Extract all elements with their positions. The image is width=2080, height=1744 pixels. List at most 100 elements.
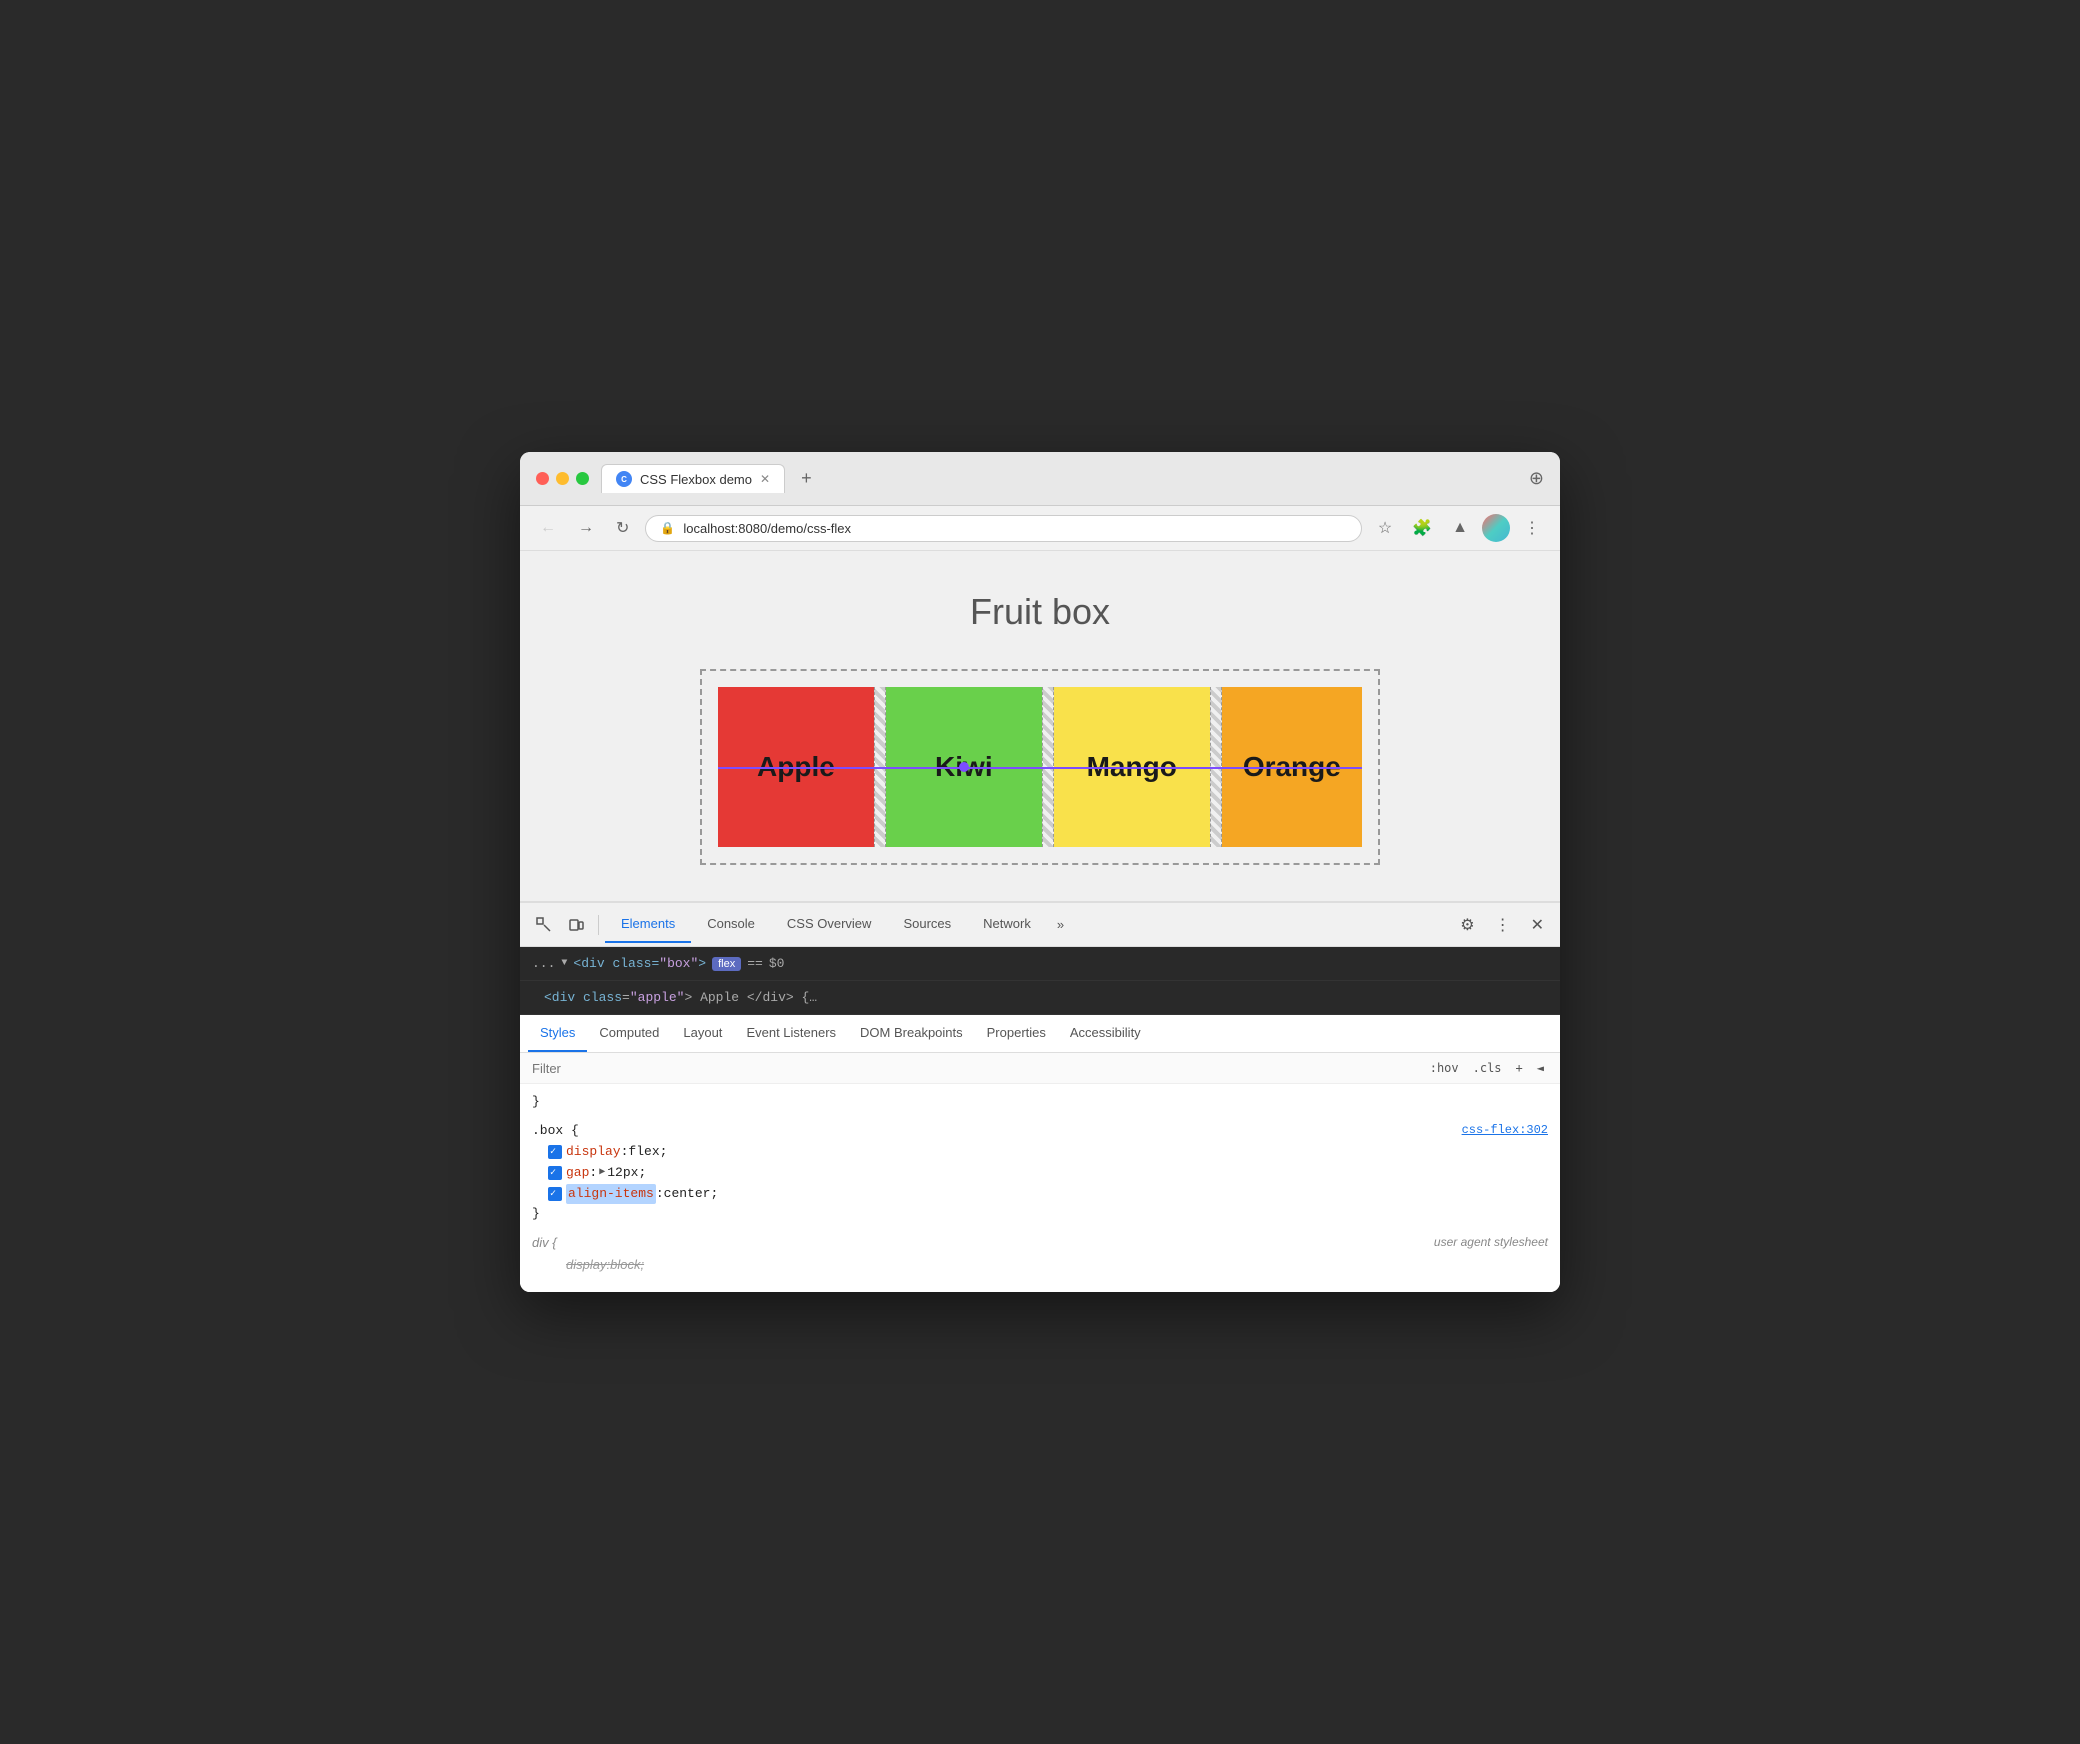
flex-badge: flex [712,957,741,971]
gap-expand-icon[interactable]: ▶ [599,1165,605,1181]
filter-bar: :hov .cls + ◄ [520,1053,1560,1084]
add-style-button[interactable]: + [1512,1059,1527,1077]
dom-child-preview: <div class="apple"> Apple </div> {… [520,981,1560,1015]
css-value-display-block: block [610,1255,640,1276]
subtab-layout[interactable]: Layout [671,1015,734,1052]
css-value-gap[interactable]: 12px [607,1163,638,1184]
subtab-dom-breakpoints[interactable]: DOM Breakpoints [848,1015,975,1052]
avatar[interactable] [1482,514,1510,542]
css-checkbox-gap[interactable] [548,1166,562,1180]
subtab-event-listeners[interactable]: Event Listeners [734,1015,848,1052]
css-colon-3: : [656,1184,664,1205]
hov-button[interactable]: :hov [1426,1059,1463,1077]
tab-favicon: C [616,471,632,487]
device-toolbar-button[interactable] [560,911,592,939]
css-prop-display-block: display : block ; [532,1255,1548,1276]
gap-indicator-dot [959,762,969,772]
css-empty-rule: } [532,1092,1548,1113]
user-agent-label: user agent stylesheet [1434,1233,1548,1252]
tab-sources[interactable]: Sources [887,906,967,943]
tab-elements[interactable]: Elements [605,906,691,943]
devtools-toolbar: Elements Console CSS Overview Sources Ne… [520,903,1560,947]
reload-button[interactable]: ↻ [610,514,635,542]
dom-equals: == [747,956,763,971]
tab-console[interactable]: Console [691,906,771,943]
page-content: Fruit box Apple Kiwi Mango Orange [520,551,1560,901]
dom-expand-icon[interactable]: ▼ [561,958,567,969]
devtools-separator [598,915,599,935]
css-rule-close-1: } [532,1204,1548,1225]
browser-tab[interactable]: C CSS Flexbox demo ✕ [601,464,785,493]
css-property-gap[interactable]: gap [566,1163,589,1184]
css-colon-2: : [589,1163,597,1184]
css-prop-display: display : flex ; [532,1142,1548,1163]
extensions-button[interactable]: 🧩 [1406,514,1438,542]
profile-button[interactable]: ▲ [1446,515,1474,541]
css-box-rule: .box { css-flex:302 display : flex ; [532,1121,1548,1225]
css-checkbox-display[interactable] [548,1145,562,1159]
address-bar[interactable]: 🔒 localhost:8080/demo/css-flex [645,515,1361,542]
close-button[interactable] [536,472,549,485]
css-div-rule: div { user agent stylesheet display : bl… [532,1233,1548,1276]
subpanel-tabs: Styles Computed Layout Event Listeners D… [520,1015,1560,1053]
tab-network[interactable]: Network [967,906,1047,943]
fruit-orange: Orange [1222,687,1362,847]
forward-button[interactable]: → [572,515,600,541]
more-tabs-button[interactable]: » [1047,911,1074,938]
devtools-controls: ⚙ ⋮ ✕ [1452,909,1552,941]
devtools-settings-button[interactable]: ⚙ [1452,909,1482,941]
subtab-accessibility[interactable]: Accessibility [1058,1015,1153,1052]
styles-filter-input[interactable] [532,1061,1418,1076]
subtab-computed[interactable]: Computed [587,1015,671,1052]
subtab-styles[interactable]: Styles [528,1015,587,1052]
css-div-rule-header: div { user agent stylesheet [532,1233,1548,1255]
lock-icon: 🔒 [660,521,675,535]
flexbox-demo-container: Apple Kiwi Mango Orange [700,669,1380,865]
tab-close-icon[interactable]: ✕ [760,472,770,486]
subtab-properties[interactable]: Properties [975,1015,1058,1052]
fruit-apple: Apple [718,687,874,847]
css-source-link[interactable]: css-flex:302 [1462,1121,1548,1140]
toggle-sidebar-button[interactable]: ◄ [1533,1059,1548,1077]
css-rule-header: .box { css-flex:302 [532,1121,1548,1142]
devtools-tabs: Elements Console CSS Overview Sources Ne… [605,906,1452,943]
css-property-display-block: display [566,1255,606,1276]
title-bar: C CSS Flexbox demo ✕ + ⊕ [520,452,1560,506]
css-property-align-items[interactable]: align-items [566,1184,656,1205]
page-title: Fruit box [970,591,1110,633]
css-div-selector: div { [532,1235,557,1250]
dom-inspector-bar: ... ▼ <div class="box"> flex == $0 [520,947,1560,981]
styles-panel: :hov .cls + ◄ } .box { css-flex:302 [520,1053,1560,1291]
traffic-lights [536,472,589,485]
css-value-align-items[interactable]: center [664,1184,711,1205]
css-semicolon-3: ; [710,1184,718,1205]
devtools-close-button[interactable]: ✕ [1523,909,1552,941]
bookmark-button[interactable]: ☆ [1372,514,1398,542]
css-checkbox-align[interactable] [548,1187,562,1201]
gap-2 [1042,687,1054,847]
back-button[interactable]: ← [534,515,562,541]
maximize-button[interactable] [576,472,589,485]
dom-child-text: <div class="apple"> Apple </div> {… [544,990,817,1005]
cls-button[interactable]: .cls [1469,1059,1506,1077]
minimize-button[interactable] [556,472,569,485]
window-controls: ⊕ [1529,468,1544,489]
css-value-display[interactable]: flex [628,1142,659,1163]
tab-bar: C CSS Flexbox demo ✕ + [601,464,1517,493]
css-prop-align-items: align-items : center ; [532,1184,1548,1205]
dom-attr-name: class [612,956,651,971]
menu-button[interactable]: ⋮ [1518,514,1546,542]
dom-open-tag: <div class="box"> [573,956,706,971]
devtools-more-button[interactable]: ⋮ [1487,909,1519,941]
flexbox-items: Apple Kiwi Mango Orange [718,687,1362,847]
new-tab-button[interactable]: + [793,464,820,493]
gap-3 [1210,687,1222,847]
dom-tag-name: div [581,956,604,971]
dom-ellipsis: ... [532,956,555,971]
fruit-kiwi: Kiwi [886,687,1042,847]
tab-css-overview[interactable]: CSS Overview [771,906,888,943]
css-colon: : [621,1142,629,1163]
gap-1 [874,687,886,847]
css-property-display[interactable]: display [566,1142,621,1163]
inspect-element-button[interactable] [528,911,560,939]
